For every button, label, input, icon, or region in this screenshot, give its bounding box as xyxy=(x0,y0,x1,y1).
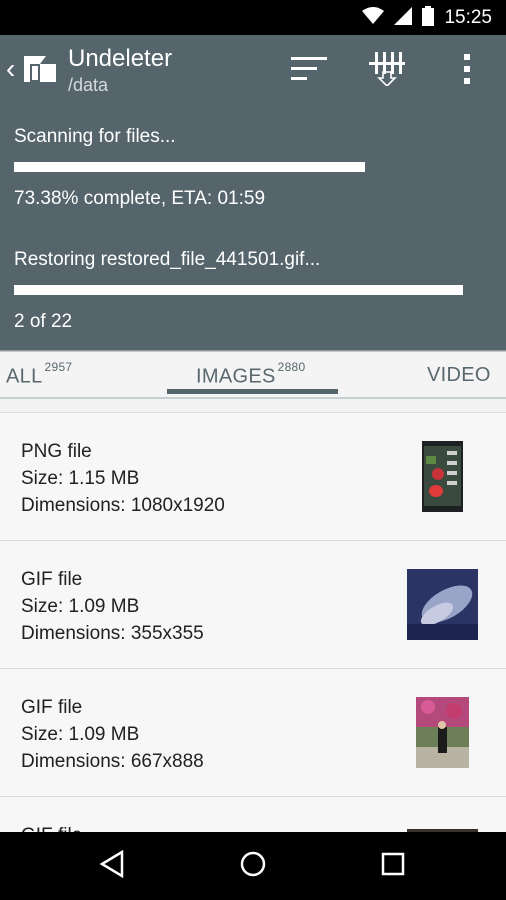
restore-progress-bar xyxy=(14,285,463,295)
file-thumbnail[interactable] xyxy=(407,569,478,640)
tab-video[interactable]: VIDEO xyxy=(427,364,491,387)
file-list[interactable]: PNG file Size: 1.15 MB Dimensions: 1080x… xyxy=(0,412,506,833)
navigation-bar xyxy=(0,832,506,900)
scan-status: Scanning for files... xyxy=(14,126,176,147)
tab-all[interactable]: ALL 2957 xyxy=(6,360,72,389)
sort-button[interactable] xyxy=(287,49,331,93)
restore-detail: 2 of 22 xyxy=(14,311,73,332)
battery-icon xyxy=(422,5,435,31)
nav-home-button[interactable] xyxy=(235,848,271,884)
wifi-icon xyxy=(362,6,385,30)
file-type: GIF file xyxy=(21,569,83,590)
file-thumbnail[interactable] xyxy=(416,697,469,768)
tab-video-label: VIDEO xyxy=(427,364,491,386)
signal-icon xyxy=(394,6,413,30)
list-item[interactable]: GIF file Size: 1.09 MB Dimensions: 355x3… xyxy=(0,541,506,669)
restore-status: Restoring restored_file_441501.gif... xyxy=(14,249,321,270)
file-dimensions: Dimensions: 355x355 xyxy=(21,623,204,644)
file-type: GIF file xyxy=(21,697,83,718)
file-type: PNG file xyxy=(21,441,92,462)
progress-panel: Scanning for files... 73.38% complete, E… xyxy=(0,105,506,349)
nav-home-icon xyxy=(239,850,267,883)
tab-images[interactable]: IMAGES 2880 xyxy=(196,360,306,389)
tab-all-label: ALL xyxy=(6,365,43,388)
app-subtitle: /data xyxy=(68,75,109,95)
status-bar: 15:25 xyxy=(0,0,506,35)
scan-progress-bar xyxy=(14,162,365,172)
tab-all-count: 2957 xyxy=(44,360,73,374)
file-size: Size: 1.09 MB xyxy=(21,724,140,745)
sort-icon xyxy=(291,56,327,87)
app-bar: ‹ Undeleter /data xyxy=(0,35,506,105)
nav-back-icon xyxy=(99,849,125,883)
app-title: Undeleter xyxy=(68,45,173,72)
nav-recents-button[interactable] xyxy=(375,848,411,884)
tab-images-count: 2880 xyxy=(277,360,306,374)
nav-recents-icon xyxy=(381,852,405,881)
file-size: Size: 1.15 MB xyxy=(21,468,140,489)
overflow-menu-button[interactable] xyxy=(445,49,489,93)
status-time: 15:25 xyxy=(444,7,492,28)
overflow-menu-icon xyxy=(463,53,471,89)
restore-icon xyxy=(369,51,405,91)
scan-detail: 73.38% complete, ETA: 01:59 xyxy=(14,188,266,209)
file-size: Size: 1.09 MB xyxy=(21,596,140,617)
list-item[interactable]: GIF file xyxy=(0,797,506,833)
tab-selected-indicator xyxy=(167,389,338,394)
back-chevron-icon[interactable]: ‹ xyxy=(6,55,15,83)
file-dimensions: Dimensions: 1080x1920 xyxy=(21,495,225,516)
file-dimensions: Dimensions: 667x888 xyxy=(21,751,204,772)
list-item[interactable]: GIF file Size: 1.09 MB Dimensions: 667x8… xyxy=(0,669,506,797)
list-item[interactable]: PNG file Size: 1.15 MB Dimensions: 1080x… xyxy=(0,413,506,541)
undeleter-logo-icon[interactable] xyxy=(20,50,58,88)
restore-button[interactable] xyxy=(365,49,409,93)
tab-images-label: IMAGES xyxy=(196,365,276,388)
nav-back-button[interactable] xyxy=(94,848,130,884)
file-thumbnail[interactable] xyxy=(422,441,463,512)
